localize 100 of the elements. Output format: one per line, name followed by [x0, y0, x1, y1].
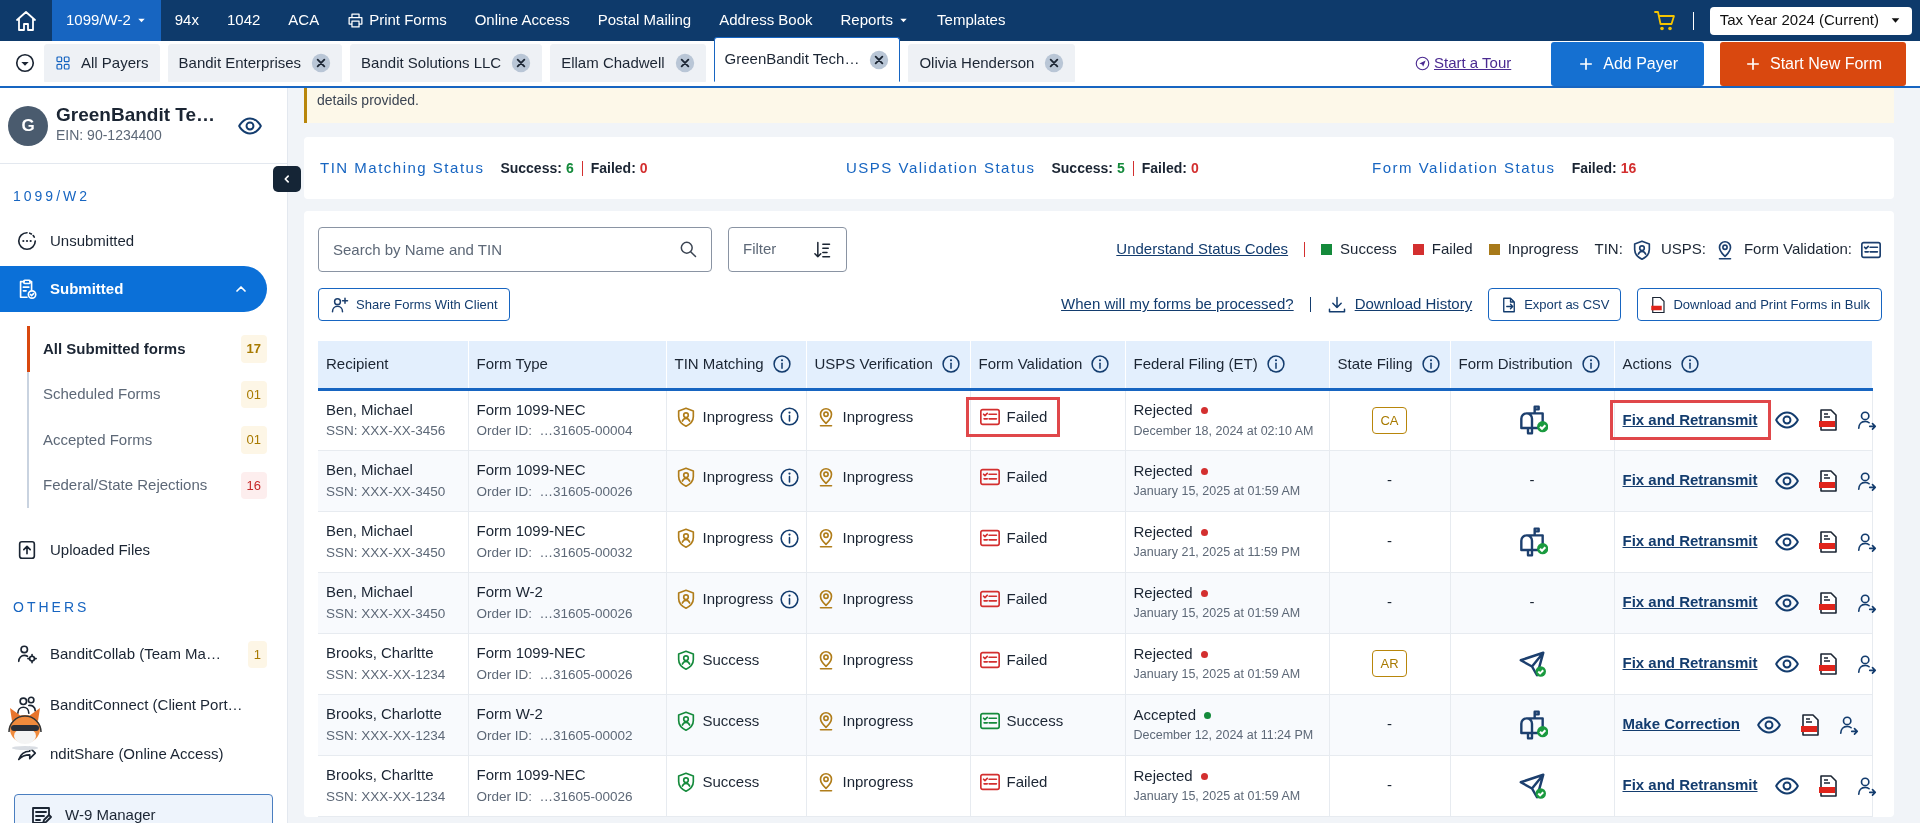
submenu-item[interactable]: Scheduled Forms 01	[27, 371, 287, 417]
sidebar-item-label[interactable]: Submitted	[50, 277, 221, 300]
nav-menu-item[interactable]: 1099/W-2	[52, 0, 161, 41]
sidebar-item-label[interactable]: BanditConnect (Client Port…	[50, 694, 267, 717]
submenu-label[interactable]: Federal/State Rejections	[43, 474, 208, 497]
info-icon[interactable]	[940, 354, 961, 375]
user-icon[interactable]	[1855, 530, 1878, 553]
payer-tab[interactable]: GreenBandit Tech…	[713, 37, 901, 82]
info-icon[interactable]	[1265, 354, 1286, 375]
payer-tab[interactable]: Bandit Enterprises	[167, 44, 343, 82]
info-icon[interactable]	[1420, 354, 1441, 375]
download-history-label[interactable]: Download History	[1354, 293, 1473, 316]
user-icon[interactable]	[1838, 713, 1861, 736]
start-tour-label[interactable]: Start a Tour	[1434, 52, 1512, 75]
add-payer-button[interactable]: Add Payer	[1551, 41, 1704, 86]
sidebar-item[interactable]: BanditConnect (Client Port…	[0, 681, 267, 730]
nav-menu-item[interactable]: 1042	[212, 0, 275, 41]
sidebar-item[interactable]: Unsubmitted	[0, 217, 267, 266]
w9-manager-button[interactable]: W-9 Manager	[14, 794, 273, 823]
payer-tab-label[interactable]: Ellam Chadwell	[561, 51, 665, 75]
start-tour-link[interactable]: Start a Tour	[1415, 52, 1512, 75]
filing-status: Rejected	[1133, 521, 1193, 542]
sidebar-item[interactable]: Submitted	[0, 265, 267, 312]
filing-status: Rejected	[1133, 460, 1193, 481]
nav-menu-item[interactable]: Print Forms	[333, 0, 461, 41]
user-icon[interactable]	[1855, 774, 1878, 797]
payer-tab-label[interactable]: GreenBandit Tech…	[724, 48, 860, 71]
bulk-download-button[interactable]: Download and Print Forms in Bulk	[1637, 288, 1882, 321]
payer-tab-label[interactable]: Bandit Solutions LLC	[361, 51, 502, 75]
payer-tab[interactable]: Ellam Chadwell	[550, 44, 706, 82]
action-link[interactable]: Fix and Retransmit	[1622, 774, 1758, 797]
sidebar-item[interactable]: Uploaded Files	[0, 526, 267, 575]
status-label: Success:	[500, 158, 562, 178]
close-icon[interactable]	[511, 53, 532, 73]
legend-label: Form Validation:	[1743, 239, 1852, 260]
sidebar-item[interactable]: BanditCollab (Team Ma… 1	[0, 627, 267, 681]
action-link[interactable]: Fix and Retransmit	[1622, 469, 1758, 492]
submenu-label[interactable]: Accepted Forms	[43, 428, 153, 451]
nav-menu-item[interactable]: Templates	[923, 0, 1020, 41]
nav-menu-item[interactable]: 94x	[160, 0, 213, 41]
tax-year-select[interactable]: Tax Year 2024 (Current)	[1709, 6, 1912, 35]
chevron-down-icon[interactable]	[14, 52, 36, 74]
order-id: Order ID: …31605-00032	[476, 543, 634, 562]
payer-tab-label[interactable]: Olivia Henderson	[919, 51, 1035, 75]
filing-status: Rejected	[1133, 765, 1193, 786]
validation-status: Failed	[978, 588, 1048, 611]
nav-menu-item[interactable]: ACA	[274, 0, 334, 41]
action-link[interactable]: Fix and Retransmit	[1622, 530, 1758, 553]
collapse-sidebar-button[interactable]	[273, 166, 301, 192]
info-icon[interactable]	[1580, 354, 1601, 375]
info-icon[interactable]	[779, 406, 801, 428]
export-csv-button[interactable]: Export as CSV	[1488, 288, 1622, 321]
search-field[interactable]: Search by Name and TIN	[318, 227, 712, 272]
filter-button[interactable]: Filter	[728, 227, 848, 272]
submenu-item[interactable]: Federal/State Rejections 16	[27, 462, 287, 508]
info-icon[interactable]	[779, 466, 801, 488]
close-icon[interactable]	[869, 49, 890, 70]
status-codes-link[interactable]: Understand Status Codes	[1116, 238, 1289, 261]
status-text: Inprogress	[842, 650, 914, 671]
sidebar-item-label[interactable]: Unsubmitted	[50, 230, 267, 253]
payer-tab[interactable]: Bandit Solutions LLC	[350, 44, 543, 82]
column-header: Federal Filing (ET)	[1133, 354, 1258, 374]
user-icon[interactable]	[1855, 469, 1878, 492]
user-icon[interactable]	[1855, 591, 1878, 614]
action-link[interactable]: Fix and Retransmit	[1609, 399, 1771, 441]
share-forms-button[interactable]: Share Forms With Client	[318, 288, 510, 321]
payer-tab-label[interactable]: Bandit Enterprises	[178, 51, 302, 75]
info-icon[interactable]	[771, 354, 792, 375]
sidebar-item-label[interactable]: BanditCollab (Team Ma…	[50, 643, 236, 666]
all-payers-tab[interactable]: All Payers	[44, 44, 160, 82]
payer-tab[interactable]: Olivia Henderson	[908, 44, 1076, 82]
nav-menu-item[interactable]: Online Access	[460, 0, 584, 41]
start-new-form-button[interactable]: Start New Form	[1720, 41, 1906, 86]
order-id: Order ID: …31605-00026	[476, 604, 634, 623]
status-text: Inprogress	[702, 467, 774, 488]
sidebar-item[interactable]: nditShare (Online Access)	[0, 729, 267, 778]
user-icon[interactable]	[1855, 652, 1878, 675]
nav-menu-item[interactable]: Postal Mailing	[583, 0, 706, 41]
submenu-item[interactable]: Accepted Forms 01	[27, 417, 287, 463]
download-history-link[interactable]: Download History	[1326, 293, 1473, 316]
action-link[interactable]: Make Correction	[1622, 713, 1741, 736]
close-icon[interactable]	[1044, 53, 1065, 73]
info-icon[interactable]	[1090, 354, 1111, 375]
search-icon[interactable]	[678, 239, 698, 259]
submenu-item[interactable]: All Submitted forms 17	[27, 326, 287, 372]
close-icon[interactable]	[311, 53, 332, 73]
cart-icon[interactable]	[1652, 8, 1677, 33]
action-link[interactable]: Fix and Retransmit	[1622, 591, 1758, 614]
info-icon[interactable]	[779, 527, 801, 549]
user-icon[interactable]	[1855, 409, 1878, 431]
processing-info-link[interactable]: When will my forms be processed?	[1061, 293, 1294, 316]
sidebar-item-label[interactable]: Uploaded Files	[50, 539, 267, 562]
sidebar-item-label[interactable]: nditShare (Online Access)	[50, 742, 267, 765]
info-icon[interactable]	[779, 588, 801, 610]
submenu-label[interactable]: All Submitted forms	[43, 337, 186, 360]
info-icon[interactable]	[1679, 354, 1700, 375]
close-icon[interactable]	[674, 53, 695, 73]
section-heading: 1099/W2	[13, 188, 91, 204]
submenu-label[interactable]: Scheduled Forms	[43, 383, 161, 406]
action-link[interactable]: Fix and Retransmit	[1622, 652, 1758, 675]
